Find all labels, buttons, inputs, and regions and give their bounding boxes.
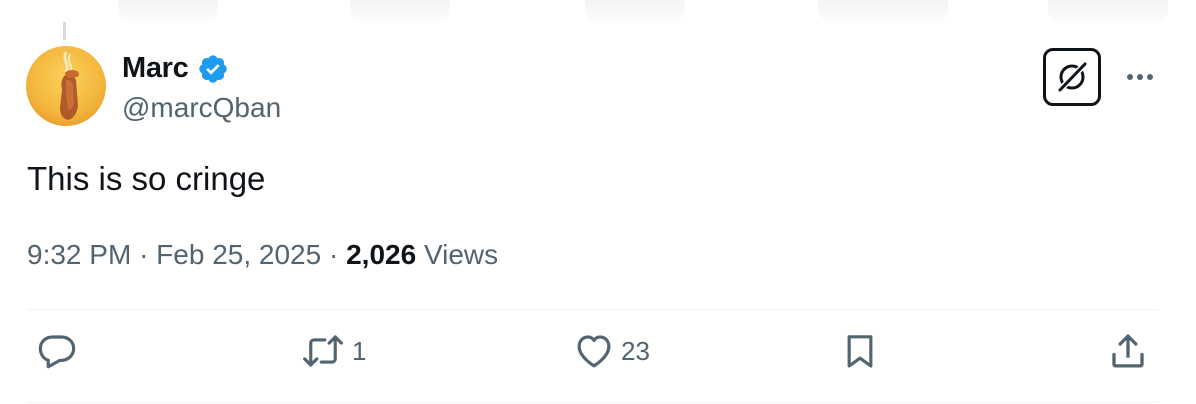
reply-icon (36, 330, 78, 372)
like-count: 23 (621, 335, 650, 366)
author-handle[interactable]: @marcQban (122, 92, 281, 124)
author-name-row[interactable]: Marc (122, 52, 229, 85)
tweet-metadata: 9:32 PM · Feb 25, 2025 · 2,026 Views (27, 239, 498, 271)
grok-button[interactable] (1043, 48, 1101, 106)
like-button[interactable]: 23 (573, 330, 650, 372)
share-icon (1107, 330, 1149, 372)
bookmark-button[interactable] (840, 330, 886, 372)
avatar-image (26, 46, 106, 126)
views-label: Views (423, 239, 499, 270)
meta-separator: · (139, 239, 149, 270)
thread-connector-line (63, 22, 66, 40)
divider-bottom (27, 402, 1158, 403)
divider-top (27, 309, 1158, 310)
verified-badge-icon[interactable] (197, 53, 229, 85)
heart-icon (573, 330, 615, 372)
more-options-button[interactable] (1120, 62, 1160, 92)
retweet-button[interactable]: 1 (300, 330, 366, 372)
grok-icon (1054, 59, 1090, 95)
tweet-action-bar: 1 23 (0, 330, 1196, 386)
reply-button[interactable] (36, 330, 84, 372)
bookmark-icon (840, 330, 880, 372)
share-button[interactable] (1107, 330, 1155, 372)
more-dots-icon (1125, 73, 1155, 81)
previous-tweet-remnant (0, 0, 1196, 22)
retweet-count: 1 (352, 335, 367, 366)
retweet-icon (300, 330, 346, 372)
author-name[interactable]: Marc (122, 52, 189, 85)
meta-separator: · (328, 239, 339, 270)
tweet-date[interactable]: Feb 25, 2025 (156, 239, 321, 270)
tweet-text: This is so cringe (27, 160, 266, 197)
views-count: 2,026 (346, 239, 417, 270)
avatar[interactable] (26, 46, 106, 126)
tweet-time[interactable]: 9:32 PM (27, 239, 131, 270)
